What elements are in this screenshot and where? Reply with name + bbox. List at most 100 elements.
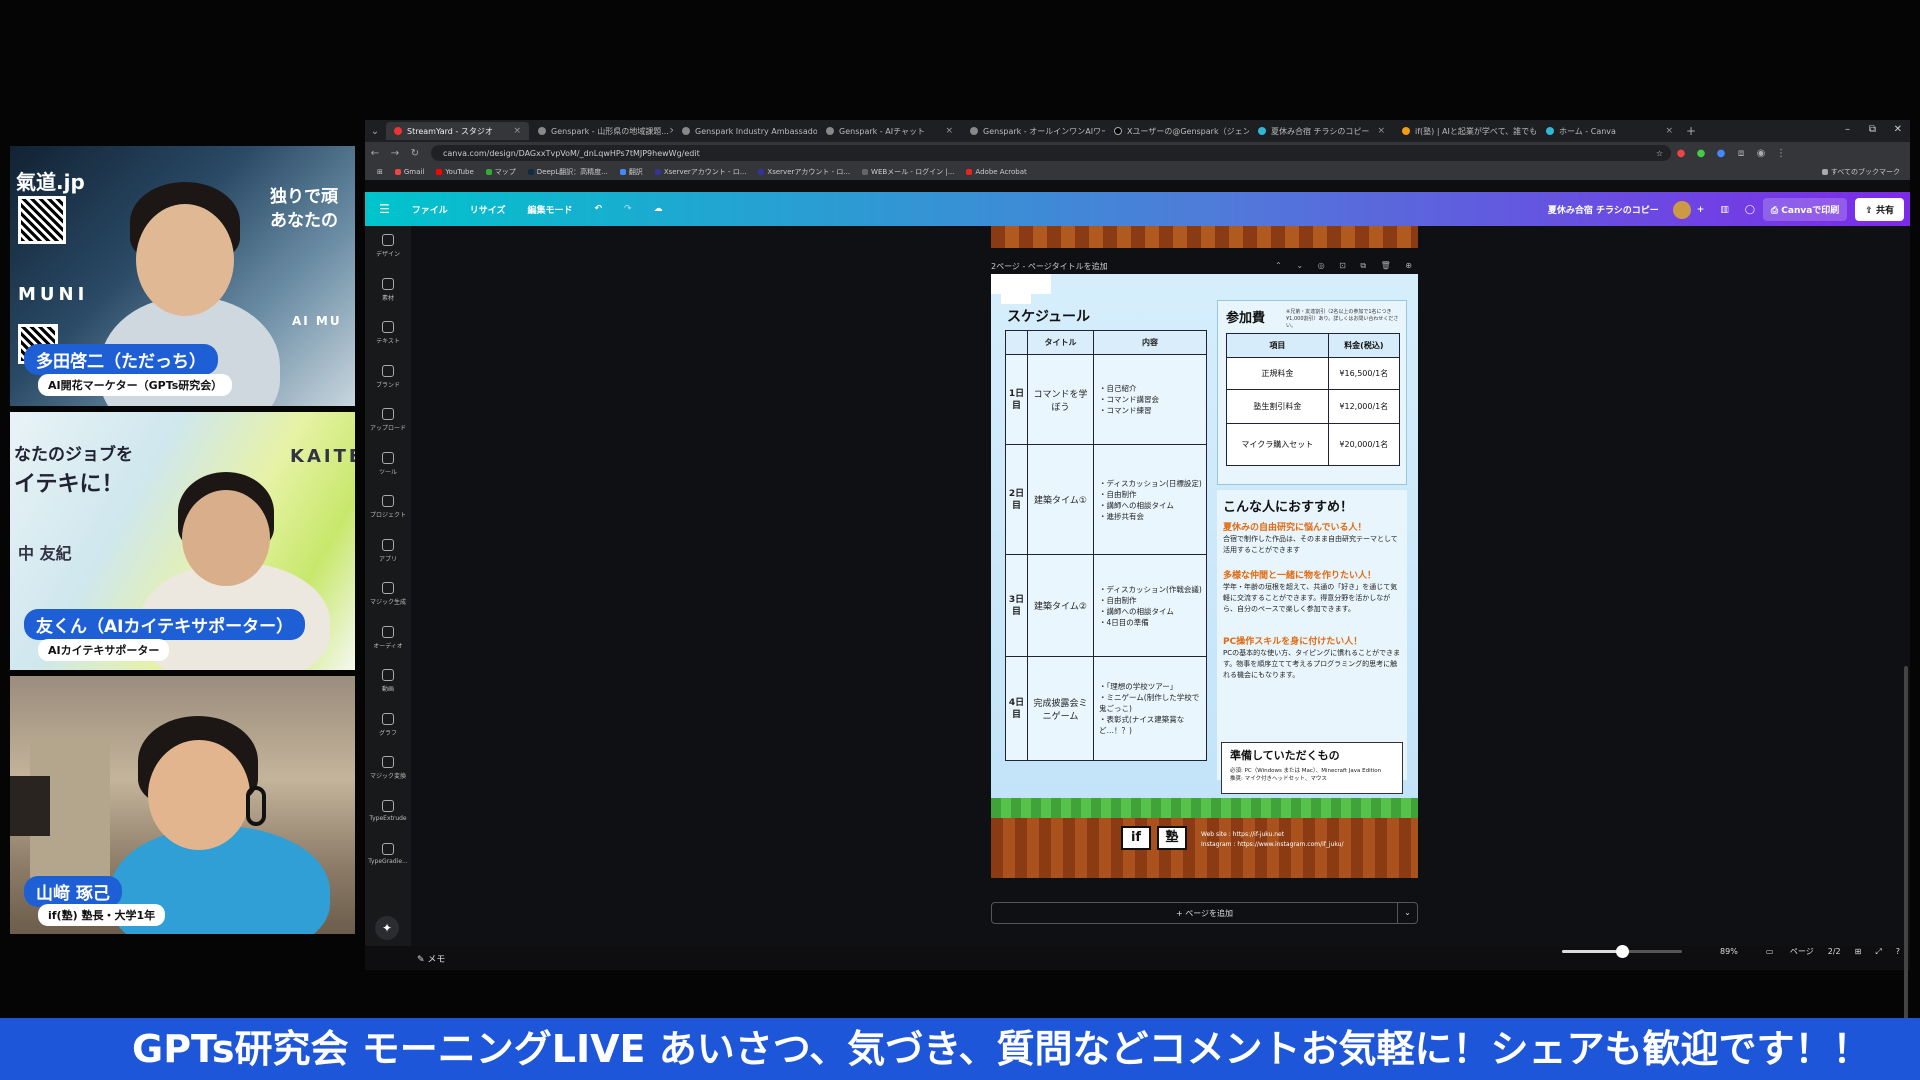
pages-button[interactable]: ▭ ページ — [1752, 946, 1814, 957]
browser-tab[interactable]: Xユーザーの@Genspark（ジェンスパ...× — [1106, 122, 1249, 140]
document-title[interactable]: 夏休み合宿 チラシのコピー — [1548, 203, 1659, 216]
sidebar-item[interactable]: TypeExtrude — [365, 799, 411, 822]
tab-label: Genspark - AIチャット — [839, 126, 925, 136]
close-icon[interactable]: × — [669, 126, 673, 136]
magic-sparkle-icon[interactable]: ✦ — [375, 916, 399, 940]
forward-icon[interactable]: → — [385, 148, 405, 159]
qr-code — [18, 196, 66, 244]
sidebar-item[interactable]: 動画 — [365, 669, 411, 693]
fullscreen-icon[interactable]: ⤢ — [1875, 947, 1881, 957]
close-icon[interactable]: × — [1665, 126, 1673, 136]
sidebar-item[interactable]: テキスト — [365, 321, 411, 345]
share-button[interactable]: ⇪ 共有 — [1855, 198, 1904, 221]
bookmark-translate[interactable]: 翻訳 — [619, 167, 643, 177]
toolbar-right: 夏休み合宿 チラシのコピー + ▥ ◯ ⎙ Canvaで印刷 ⇪ 共有 — [1548, 198, 1904, 221]
bookmark-gmail[interactable]: Gmail — [394, 168, 424, 176]
page-tool-icons[interactable]: ⌃ ⌄ ◎ ⊡ ⧉ 🗑 ⊕ — [1275, 261, 1418, 272]
bookmark-deepl[interactable]: DeepL翻訳：高精度... — [527, 167, 608, 177]
apps-grid-icon[interactable]: ⊞ — [377, 168, 383, 176]
print-button[interactable]: ⎙ Canvaで印刷 — [1762, 198, 1848, 221]
minimize-icon[interactable]: – — [1845, 124, 1850, 135]
cloud-save-icon[interactable]: ☁ — [654, 204, 663, 214]
sidebar-item[interactable]: オーディオ — [365, 625, 411, 650]
page-header: 2ページ - ページタイトルを追加 ⌃ ⌄ ◎ ⊡ ⧉ 🗑 ⊕ — [991, 261, 1418, 272]
sidebar-item[interactable]: TypeGradie... — [365, 843, 411, 865]
browser-tab[interactable]: StreamYard - スタジオ × — [386, 122, 529, 140]
fee-price: ¥16,500/1名 — [1327, 357, 1401, 390]
page-title-label[interactable]: 2ページ - ページタイトルを追加 — [991, 261, 1108, 272]
tab-label: Genspark Industry Ambassado... — [695, 126, 817, 136]
new-tab-button[interactable]: + — [1681, 124, 1701, 138]
avatar[interactable] — [1672, 200, 1691, 219]
sidebar-item[interactable]: マジック変換 — [365, 756, 411, 780]
browser-tab[interactable]: Genspark - 山形県の地域課題... × — [530, 122, 673, 140]
sidebar-item[interactable]: デザイン — [365, 234, 411, 258]
recommendation-heading: PC操作スキルを身に付けたい人！ — [1223, 637, 1363, 647]
file-menu[interactable]: ファイル — [412, 203, 448, 216]
bookmark-xserver[interactable]: Xserverアカウント - ロ... — [654, 167, 746, 177]
undo-icon[interactable]: ↶ — [595, 204, 603, 214]
close-icon[interactable]: × — [945, 126, 953, 136]
star-icon[interactable]: ☆ — [1656, 149, 1663, 158]
bookmark-maps[interactable]: マップ — [485, 167, 516, 177]
insights-chart-icon[interactable]: ▥ — [1720, 205, 1729, 215]
close-icon[interactable]: × — [513, 126, 521, 136]
tab-list-icon[interactable]: ⌄ — [365, 126, 385, 137]
back-icon[interactable]: ← — [365, 148, 385, 159]
chevron-down-icon[interactable]: ⌄ — [1397, 903, 1417, 923]
zoom-slider-handle[interactable] — [1616, 945, 1630, 958]
extension-icon[interactable]: ● — [1671, 148, 1691, 159]
all-bookmarks-folder[interactable]: すべてのブックマーク — [1821, 167, 1900, 177]
grid-view-icon[interactable]: ⊞ — [1855, 947, 1862, 956]
profile-icon[interactable]: ◉ — [1751, 148, 1771, 159]
flyer-page[interactable]: スケジュール タイトル 内容 1日目 コマンドを学ぼう ・自己紹介 ・コマンド講… — [991, 274, 1418, 878]
extensions-puzzle-icon[interactable]: ⧈ — [1731, 148, 1751, 159]
sidebar-item[interactable]: ツール — [365, 451, 411, 476]
share-icon: ⇪ — [1865, 206, 1876, 216]
notes-button[interactable]: ✎ メモ — [417, 952, 445, 965]
add-page-button[interactable]: + ページを追加 ⌄ — [991, 902, 1418, 924]
zoom-level[interactable]: 89% — [1720, 947, 1738, 956]
reload-icon[interactable]: ↻ — [405, 148, 425, 159]
sidebar-item[interactable]: プロジェクト — [365, 495, 411, 519]
url-bar[interactable]: canva.com/design/DAGxxTvpVoM/_dnLqwHPs7t… — [431, 145, 1671, 161]
bookmark-xserver[interactable]: Xserverアカウント - ロ... — [758, 167, 850, 177]
vertical-scrollbar[interactable] — [1904, 666, 1908, 1026]
browser-tab[interactable]: Genspark - AIチャット × — [818, 122, 961, 140]
browser-tab[interactable]: ホーム - Canva × — [1538, 122, 1681, 140]
zoom-slider[interactable] — [1562, 945, 1683, 958]
day-cell: 1日目 — [1005, 354, 1028, 445]
restore-icon[interactable]: ⧉ — [1869, 124, 1876, 135]
resize-menu[interactable]: リサイズ — [470, 203, 506, 216]
browser-tab[interactable]: Genspark - オールインワンAIワーク...× — [962, 122, 1105, 140]
more-menu-icon[interactable]: ⋮ — [1771, 148, 1791, 159]
sidebar-item[interactable]: 素材 — [365, 277, 411, 302]
hamburger-menu-icon[interactable]: ☰ — [379, 202, 390, 216]
sidebar-item[interactable]: グラフ — [365, 712, 411, 737]
browser-tab[interactable]: if(塾) | AIと起業が学べて、誰でも...× — [1394, 122, 1537, 140]
sidebar-item[interactable]: アップロード — [365, 408, 411, 432]
sidebar-item[interactable]: マジック生成 — [365, 582, 411, 606]
sidebar-item[interactable]: ブランド — [365, 364, 411, 389]
close-icon[interactable]: × — [1377, 126, 1385, 136]
bookmark-acrobat[interactable]: Adobe Acrobat — [966, 168, 1027, 176]
bookmark-label: Xserverアカウント - ロ... — [767, 168, 851, 176]
table-header: タイトル — [1027, 330, 1094, 355]
bookmark-webmail[interactable]: WEBメール - ログイン |... — [862, 167, 954, 177]
redo-icon[interactable]: ↷ — [624, 204, 632, 214]
recommendation-title: こんな人におすすめ！ — [1223, 500, 1354, 515]
comment-icon[interactable]: ◯ — [1745, 205, 1755, 215]
browser-tab[interactable]: 夏休み合宿 チラシのコピー × — [1250, 122, 1393, 140]
help-icon[interactable]: ? — [1896, 947, 1900, 956]
close-window-icon[interactable]: ✕ — [1894, 124, 1902, 135]
sidebar-item-label: マジック変換 — [369, 773, 406, 780]
extension-icon[interactable]: ● — [1691, 148, 1711, 159]
add-collaborator-icon[interactable]: + — [1697, 205, 1705, 215]
edit-mode-menu[interactable]: 編集モード — [528, 203, 573, 216]
sidebar-item[interactable]: アプリ — [365, 538, 411, 563]
extension-icon[interactable]: ● — [1711, 148, 1731, 159]
previous-page-preview[interactable] — [991, 226, 1418, 248]
sidebar-item-label: アプリ — [378, 555, 397, 563]
browser-tab[interactable]: Genspark Industry Ambassado...× — [674, 122, 817, 140]
bookmark-youtube[interactable]: YouTube — [436, 168, 474, 176]
